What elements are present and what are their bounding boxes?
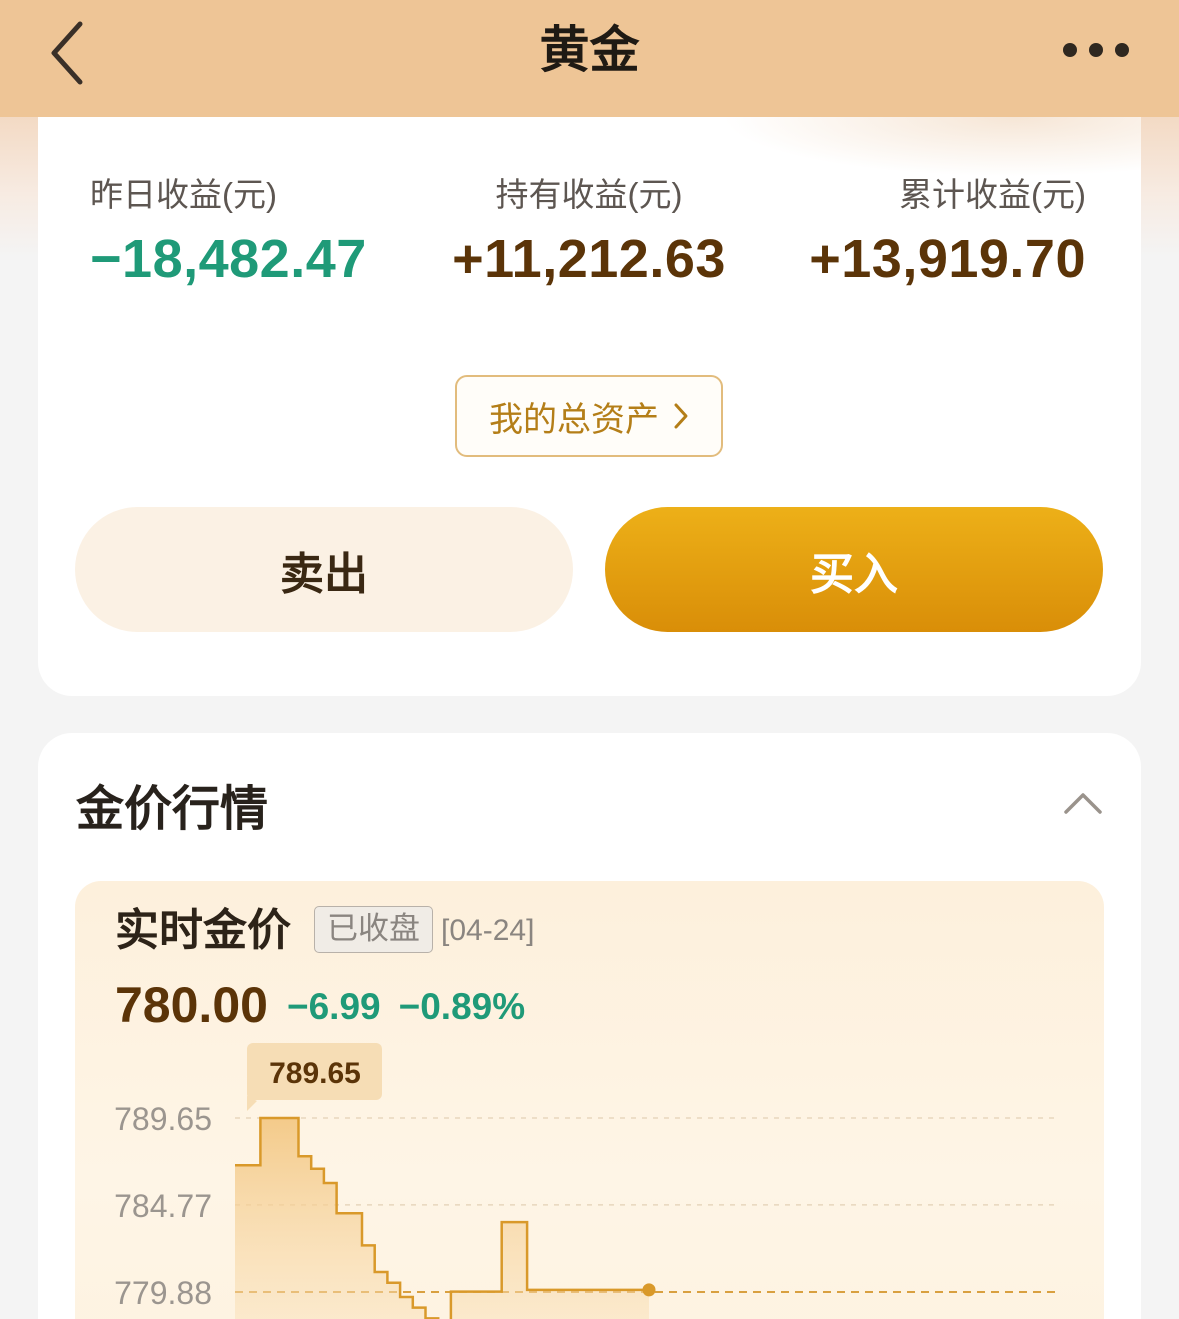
y-tick-label: 779.88 bbox=[114, 1275, 212, 1311]
change-amount: −6.99 bbox=[287, 986, 381, 1027]
stat-yesterday-label: 昨日收益(元) bbox=[90, 176, 277, 213]
stat-holding-value: +11,212.63 bbox=[452, 229, 726, 289]
earnings-card: 昨日收益(元) −18,482.47 持有收益(元) +11,212.63 累计… bbox=[38, 117, 1141, 696]
chevron-right-icon bbox=[674, 403, 688, 429]
stat-holding: 持有收益(元) +11,212.63 bbox=[406, 175, 772, 291]
gold-market-card: 金价行情 789.65784.77779.88 789.65 实时金价 已收 bbox=[38, 733, 1141, 1319]
card-glow bbox=[721, 117, 1141, 177]
realtime-price-panel: 789.65 784.77 779.88 789.65 实时金价 已收盘 [04-2… bbox=[75, 881, 1104, 1319]
page-title: 黄金 bbox=[539, 22, 640, 78]
chevron-up-icon[interactable] bbox=[1063, 785, 1103, 819]
stat-holding-label: 持有收益(元) bbox=[495, 176, 683, 213]
stat-yesterday-value: −18,482.47 bbox=[90, 229, 367, 289]
section-title: 金价行情 bbox=[76, 783, 269, 836]
buy-button[interactable]: 买入 bbox=[605, 507, 1103, 632]
stat-cumulative-value: +13,919.70 bbox=[809, 229, 1086, 289]
total-assets-label: 我的总资产 bbox=[489, 400, 659, 439]
current-price: 780.00 bbox=[115, 977, 268, 1033]
price-tooltip: 789.65 bbox=[247, 1043, 382, 1111]
market-status-badge: 已收盘 bbox=[314, 906, 433, 953]
stat-cumulative-label: 累计收益(元) bbox=[899, 176, 1086, 213]
realtime-price-title: 实时金价 bbox=[115, 906, 291, 955]
change-percent: −0.89% bbox=[398, 986, 526, 1027]
last-price-dot bbox=[642, 1283, 656, 1297]
sell-button[interactable]: 卖出 bbox=[75, 507, 573, 632]
total-assets-button[interactable]: 我的总资产 bbox=[455, 375, 723, 457]
stat-yesterday: 昨日收益(元) −18,482.47 bbox=[90, 175, 367, 291]
quote-date: [04-24] bbox=[441, 914, 535, 947]
app-header: 黄金 bbox=[0, 0, 1179, 117]
price-change: −6.99 −0.89% bbox=[287, 985, 525, 1029]
more-options-icon[interactable] bbox=[1058, 30, 1134, 70]
y-tick-label: 784.77 bbox=[114, 1188, 212, 1224]
y-tick-label: 789.65 bbox=[114, 1101, 212, 1137]
stat-cumulative: 累计收益(元) +13,919.70 bbox=[809, 175, 1086, 291]
tooltip-value: 789.65 bbox=[269, 1057, 361, 1090]
